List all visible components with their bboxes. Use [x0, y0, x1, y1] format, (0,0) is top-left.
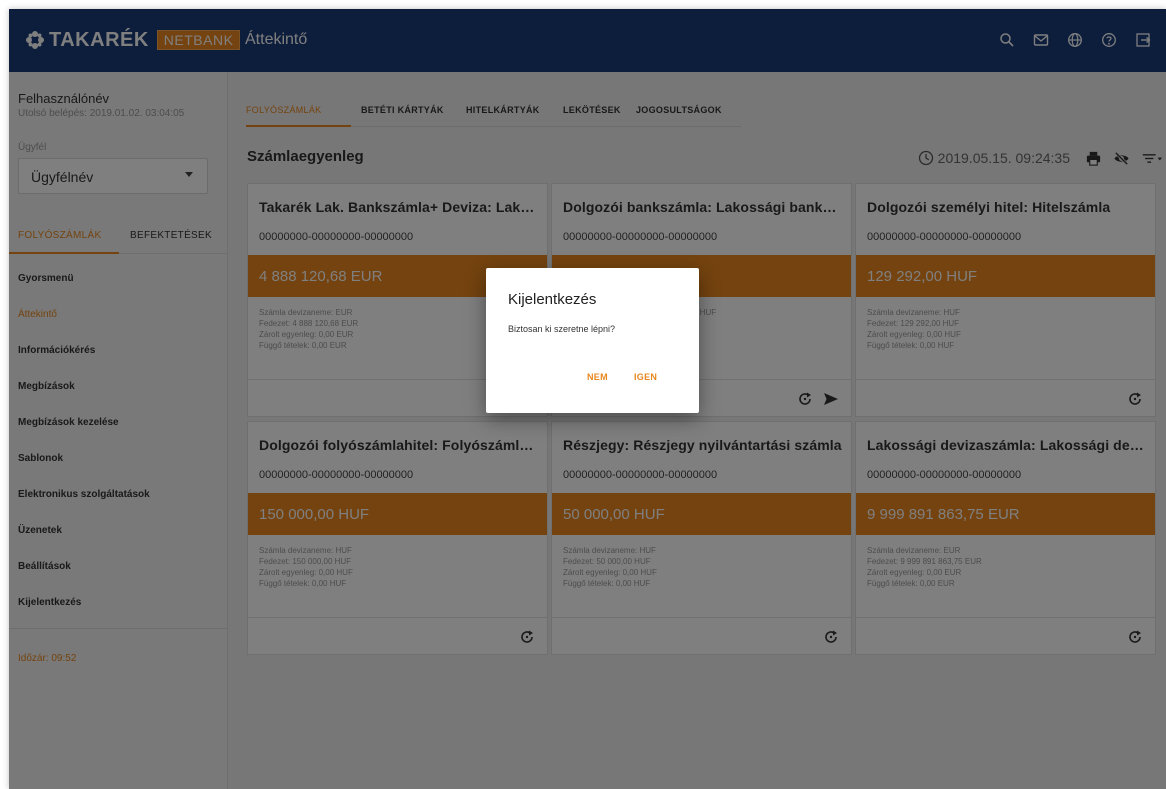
yes-button[interactable]: IGEN — [634, 372, 657, 382]
dialog-message: Biztosan ki szeretne lépni? — [508, 324, 616, 334]
no-button[interactable]: NEM — [587, 372, 608, 382]
dialog-title: Kijelentkezés — [508, 291, 597, 308]
logout-dialog: Kijelentkezés Biztosan ki szeretne lépni… — [486, 268, 699, 413]
app-window: TAKARÉK NETBANK Áttekintő Felhasználónév… — [9, 9, 1166, 789]
